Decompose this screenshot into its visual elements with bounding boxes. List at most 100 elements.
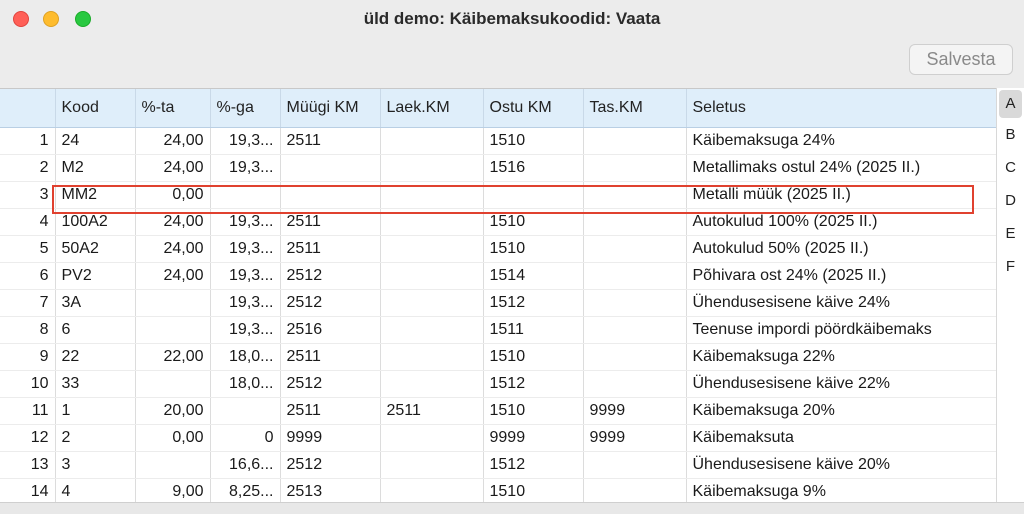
alphabet-index-letter[interactable]: B	[997, 118, 1024, 151]
table-row[interactable]: 14 4 9,00 8,25... 2513 1510 Käibemaksuga 9%	[0, 478, 996, 502]
table-cell[interactable]: 24	[55, 127, 136, 155]
table-cell[interactable]: 1510	[483, 208, 584, 236]
table-cell[interactable]: 2513	[280, 478, 381, 502]
row-number[interactable]: 6	[0, 262, 56, 290]
table-cell[interactable]: 1510	[483, 343, 584, 371]
alphabet-index-letter[interactable]: D	[997, 184, 1024, 217]
row-number[interactable]: 7	[0, 289, 56, 317]
table-cell[interactable]: 24,00	[135, 262, 211, 290]
table-cell[interactable]	[380, 181, 484, 209]
table-cell[interactable]: 2511	[280, 208, 381, 236]
table-cell[interactable]	[135, 451, 211, 479]
row-number[interactable]: 1	[0, 127, 56, 155]
table-row[interactable]: 12 2 0,00 0 9999 9999 9999 Käibemaksuta	[0, 424, 996, 452]
row-number[interactable]: 8	[0, 316, 56, 344]
table-cell[interactable]: 16,6...	[210, 451, 281, 479]
row-number[interactable]: 14	[0, 478, 56, 502]
table-cell[interactable]	[583, 208, 687, 236]
table-cell[interactable]	[380, 289, 484, 317]
table-cell[interactable]: Käibemaksuga 9%	[686, 478, 996, 502]
table-cell[interactable]: 33	[55, 370, 136, 398]
table-row[interactable]: 7 3A 19,3... 2512 1512 Ühendusesisene käive 2…	[0, 289, 996, 317]
table-cell[interactable]: 24,00	[135, 235, 211, 263]
table-cell[interactable]: 2511	[280, 397, 381, 425]
table-cell[interactable]	[380, 451, 484, 479]
table-cell[interactable]	[280, 181, 381, 209]
table-cell[interactable]: 1512	[483, 370, 584, 398]
row-number[interactable]: 9	[0, 343, 56, 371]
table-cell[interactable]: 4	[55, 478, 136, 502]
column-header-tas-km[interactable]: Tas.KM	[583, 89, 687, 128]
row-number[interactable]: 11	[0, 397, 56, 425]
row-number[interactable]: 13	[0, 451, 56, 479]
table-cell[interactable]	[583, 478, 687, 502]
table-cell[interactable]	[380, 370, 484, 398]
table-cell[interactable]: 3	[55, 451, 136, 479]
table-cell[interactable]: 1	[55, 397, 136, 425]
table-cell[interactable]	[380, 478, 484, 502]
table-cell[interactable]: 24,00	[135, 127, 211, 155]
table-cell[interactable]: 6	[55, 316, 136, 344]
table-cell[interactable]: 19,3...	[210, 316, 281, 344]
table-cell[interactable]: 18,0...	[210, 370, 281, 398]
table-cell[interactable]	[583, 289, 687, 317]
table-cell[interactable]: 3A	[55, 289, 136, 317]
table-cell[interactable]	[583, 154, 687, 182]
table-cell[interactable]	[135, 316, 211, 344]
table-cell[interactable]	[583, 370, 687, 398]
table-cell[interactable]: 19,3...	[210, 235, 281, 263]
table-cell[interactable]: 2	[55, 424, 136, 452]
column-header-rownum[interactable]	[0, 89, 56, 128]
table-cell[interactable]: Põhivara ost 24% (2025 II.)	[686, 262, 996, 290]
table-cell[interactable]: 19,3...	[210, 127, 281, 155]
table-cell[interactable]: 22,00	[135, 343, 211, 371]
table-cell[interactable]: 1511	[483, 316, 584, 344]
row-number[interactable]: 4	[0, 208, 56, 236]
table-cell[interactable]	[483, 181, 584, 209]
table-cell[interactable]	[583, 181, 687, 209]
table-cell[interactable]: 0,00	[135, 424, 211, 452]
table-cell[interactable]: 9999	[583, 424, 687, 452]
table-row[interactable]: 9 22 22,00 18,0... 2511 1510 Käibemaksuga 22%	[0, 343, 996, 371]
table-cell[interactable]	[380, 235, 484, 263]
table-cell[interactable]: Käibemaksuta	[686, 424, 996, 452]
table-cell[interactable]	[583, 127, 687, 155]
table-cell[interactable]: Käibemaksuga 22%	[686, 343, 996, 371]
table-cell[interactable]: 2516	[280, 316, 381, 344]
table-cell[interactable]	[210, 397, 281, 425]
table-cell[interactable]	[135, 289, 211, 317]
table-cell[interactable]: 2511	[280, 127, 381, 155]
row-number[interactable]: 3	[0, 181, 56, 209]
table-cell[interactable]: 19,3...	[210, 289, 281, 317]
alphabet-index-letter[interactable]: C	[997, 151, 1024, 184]
table-cell[interactable]: 1510	[483, 478, 584, 502]
table-row[interactable]: 13 3 16,6... 2512 1512 Ühendusesisene käive 2…	[0, 451, 996, 479]
table-cell[interactable]: 19,3...	[210, 154, 281, 182]
table-cell[interactable]: 2512	[280, 370, 381, 398]
table-cell[interactable]: 2511	[380, 397, 484, 425]
table-cell[interactable]: Ühendusesisene käive 24%	[686, 289, 996, 317]
table-cell[interactable]: 2512	[280, 289, 381, 317]
table-cell[interactable]	[583, 451, 687, 479]
table-cell[interactable]: 2512	[280, 262, 381, 290]
table-cell[interactable]	[583, 316, 687, 344]
table-cell[interactable]: 19,3...	[210, 208, 281, 236]
table-cell[interactable]: 22	[55, 343, 136, 371]
table-cell[interactable]: 2511	[280, 235, 381, 263]
row-number[interactable]: 5	[0, 235, 56, 263]
table-row[interactable]: 6 PV2 24,00 19,3... 2512 1514 Põhivara ost 24%…	[0, 262, 996, 290]
table-cell[interactable]: Käibemaksuga 24%	[686, 127, 996, 155]
table-cell[interactable]: 2512	[280, 451, 381, 479]
table-cell[interactable]	[210, 181, 281, 209]
table-cell[interactable]	[583, 262, 687, 290]
table-cell[interactable]: Metalli müük (2025 II.)	[686, 181, 996, 209]
table-row[interactable]: 3 MM2 0,00 Metalli müük (2025 II.)	[0, 181, 996, 209]
table-cell[interactable]: MM2	[55, 181, 136, 209]
table-row[interactable]: 1 24 24,00 19,3... 2511 1510 Käibemaksuga 24%	[0, 127, 996, 155]
table-cell[interactable]	[380, 127, 484, 155]
table-cell[interactable]: PV2	[55, 262, 136, 290]
table-cell[interactable]: 1512	[483, 451, 584, 479]
alphabet-index-letter[interactable]: F	[997, 250, 1024, 283]
table-cell[interactable]: 1510	[483, 127, 584, 155]
table-cell[interactable]	[380, 424, 484, 452]
